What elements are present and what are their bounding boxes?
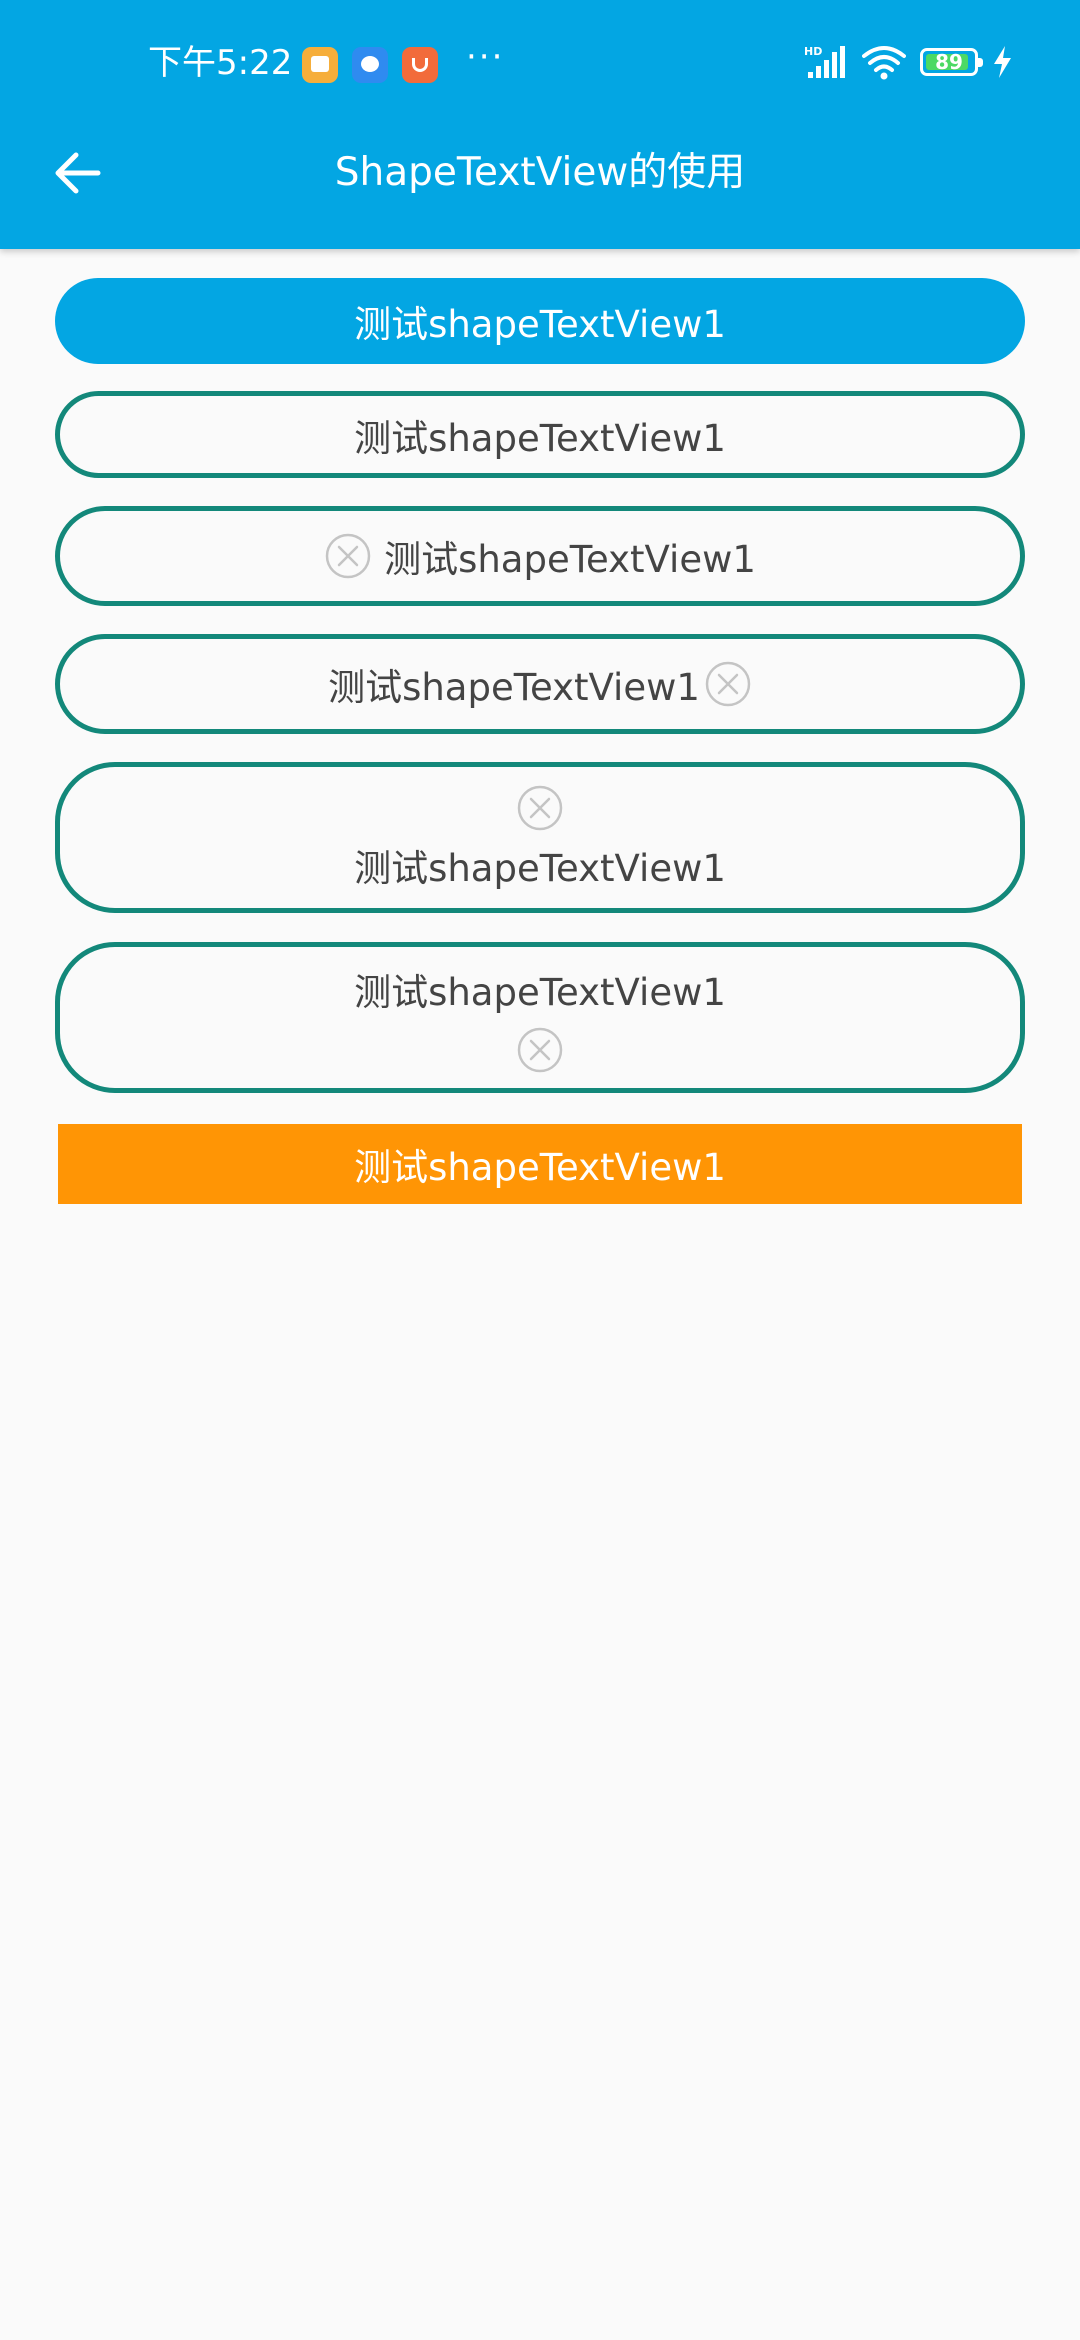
store-app-icon — [402, 47, 438, 83]
status-time: 下午5:22 — [148, 43, 293, 83]
button-label: 测试shapeTextView1 — [354, 846, 726, 890]
button-label: 测试shapeTextView1 — [354, 303, 726, 346]
message-app-icon — [302, 47, 338, 83]
wifi-icon — [862, 46, 906, 80]
button-label: 测试shapeTextView1 — [354, 1146, 726, 1189]
shape-text-view-orange-button[interactable]: 测试shapeTextView1 — [58, 1124, 1022, 1204]
battery-level: 89 — [935, 50, 963, 74]
shape-text-view-outline-button[interactable]: 测试shapeTextView1 — [55, 391, 1025, 478]
battery-icon: 89 — [920, 48, 983, 76]
shape-text-view-icon-bottom-button[interactable]: 测试shapeTextView1 — [55, 942, 1025, 1093]
page-title: ShapeTextView的使用 — [334, 150, 746, 195]
button-label: 测试shapeTextView1 — [354, 416, 726, 460]
shape-text-view-icon-top-button[interactable]: 测试shapeTextView1 — [55, 762, 1025, 913]
close-circle-icon — [325, 533, 371, 579]
close-circle-icon — [517, 785, 563, 830]
svg-text:HD: HD — [804, 45, 822, 58]
hd-signal-icon: HD — [804, 45, 845, 78]
shape-text-view-icon-left-button[interactable]: 测试shapeTextView1 — [55, 506, 1025, 606]
shape-text-view-icon-right-button[interactable]: 测试shapeTextView1 — [55, 634, 1025, 734]
app-bar: 下午5:22 ··· HD 89 ShapeTextView的使用 — [0, 0, 1080, 249]
button-label: 测试shapeTextView1 — [328, 666, 700, 709]
chat-app-icon — [352, 47, 388, 83]
more-notifications-icon: ··· — [466, 37, 505, 77]
status-bar: 下午5:22 ··· HD 89 — [0, 0, 1080, 126]
close-circle-icon — [705, 661, 751, 707]
charging-icon — [994, 46, 1011, 78]
close-circle-icon — [517, 1027, 563, 1072]
button-label: 测试shapeTextView1 — [384, 538, 756, 581]
button-label: 测试shapeTextView1 — [354, 970, 726, 1014]
shape-text-view-filled-button[interactable]: 测试shapeTextView1 — [55, 278, 1025, 364]
